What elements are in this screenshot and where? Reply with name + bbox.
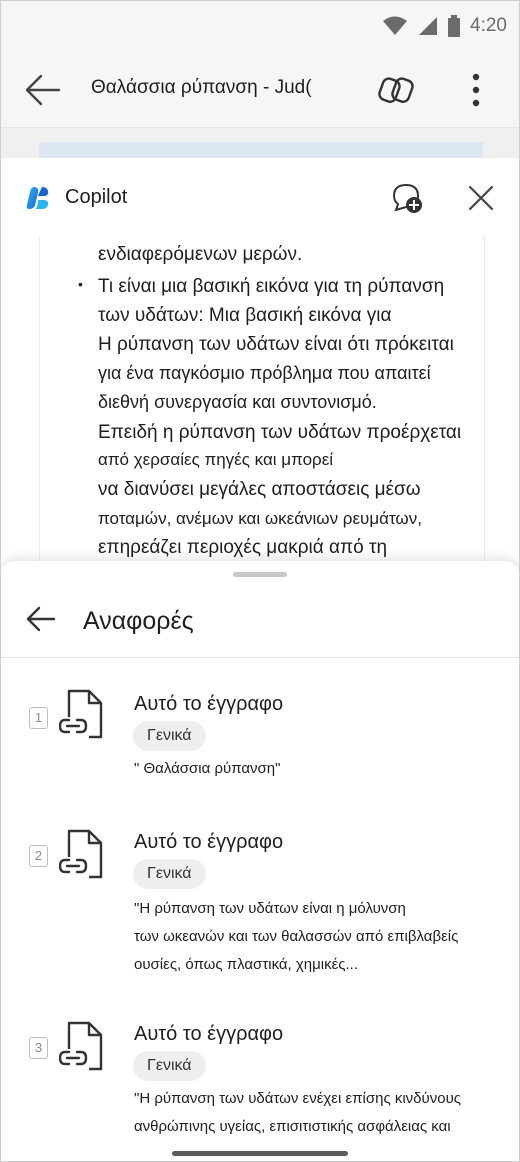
reference-quote: των ωκεανών και των θαλασσών από επιβλαβ…	[134, 928, 459, 945]
text-line: ενδιαφερόμενων μερών.	[98, 244, 303, 265]
text-line: για ένα παγκόσμιο πρόβλημα που απαιτεί	[98, 363, 431, 383]
status-time: 4:20	[470, 15, 507, 36]
reference-tag: Γενικά	[133, 721, 206, 751]
document-highlight	[39, 142, 483, 158]
app-frame: 4:20 Θαλάσσια ρύπανση - Jud( Copilot ενδ…	[0, 0, 520, 1162]
sheet-drag-handle[interactable]	[233, 572, 287, 577]
signal-icon	[419, 17, 438, 35]
reference-quote: "Η ρύπανση των υδάτων είναι η μόλυνση	[134, 900, 406, 917]
reference-number: 3	[29, 1037, 48, 1059]
reference-quote: ουσίες, όπως πλαστικά, χημικές...	[134, 956, 359, 973]
reference-quote: " Θαλάσσια ρύπανση"	[134, 760, 281, 777]
text-line: επηρεάζει περιοχές μακριά από τη	[98, 537, 388, 558]
arrow-left-icon[interactable]	[23, 73, 63, 107]
text-line: Επειδή η ρύπανση των υδάτων προέρχεται	[98, 422, 462, 443]
wifi-icon	[383, 16, 408, 35]
text-line: από χερσαίες πηγές και μπορεί	[98, 450, 334, 469]
reference-number: 2	[29, 845, 48, 867]
reference-title: Αυτό το έγγραφο	[134, 1023, 284, 1045]
battery-icon	[448, 15, 461, 37]
home-indicator[interactable]	[172, 1151, 348, 1156]
text-line: Η ρύπανση των υδάτων είναι ότι πρόκειται	[98, 334, 454, 355]
close-icon[interactable]	[465, 182, 497, 214]
arrow-left-icon[interactable]	[25, 605, 57, 633]
document-canvas-top	[1, 128, 519, 158]
reference-quote: ανθρώπινης υγείας, επισιτιστικής ασφάλει…	[134, 1118, 451, 1135]
copilot-header: Copilot	[1, 158, 519, 236]
reference-quote: "Η ρύπανση των υδάτων ενέχει επίσης κινδ…	[134, 1090, 462, 1107]
text-line: να διανύσει μεγάλες αποστάσεις μέσω	[98, 479, 421, 500]
bullet: •	[78, 276, 83, 292]
document-title: Θαλάσσια ρύπανση - Jud(	[91, 77, 312, 98]
copilot-response-text: ενδιαφερόμενων μερών. • Τι είναι μια βασ…	[39, 236, 485, 561]
copilot-icon[interactable]	[375, 69, 417, 111]
divider	[1, 657, 519, 658]
references-sheet: Αναφορές 1 Αυτό το έγγραφο Γενικά " Θαλά…	[1, 561, 519, 1161]
text-line: ποταμών, ανέμων και ωκεάνιων ρευμάτων,	[98, 509, 422, 528]
text-line: διεθνή συνεργασία και συντονισμό.	[98, 392, 377, 412]
reference-tag: Γενικά	[133, 1051, 206, 1081]
reference-title: Αυτό το έγγραφο	[134, 693, 284, 715]
status-bar: 4:20	[1, 1, 519, 53]
references-title: Αναφορές	[83, 607, 194, 635]
reference-title: Αυτό το έγγραφο	[134, 831, 284, 853]
reference-tag: Γενικά	[133, 859, 206, 889]
app-bar: Θαλάσσια ρύπανση - Jud(	[1, 53, 519, 128]
text-line: Τι είναι μια βασική εικόνα για τη ρύπανσ…	[98, 276, 445, 297]
copilot-logo-icon	[26, 187, 49, 209]
copilot-label: Copilot	[65, 186, 128, 208]
reference-number: 1	[29, 707, 48, 729]
document-link-icon	[59, 689, 103, 739]
new-chat-icon[interactable]	[389, 180, 425, 216]
document-link-icon	[59, 829, 103, 879]
document-link-icon	[59, 1021, 103, 1071]
more-vertical-icon[interactable]	[461, 69, 491, 111]
text-line: των υδάτων: Μια βασική εικόνα για	[98, 305, 392, 326]
